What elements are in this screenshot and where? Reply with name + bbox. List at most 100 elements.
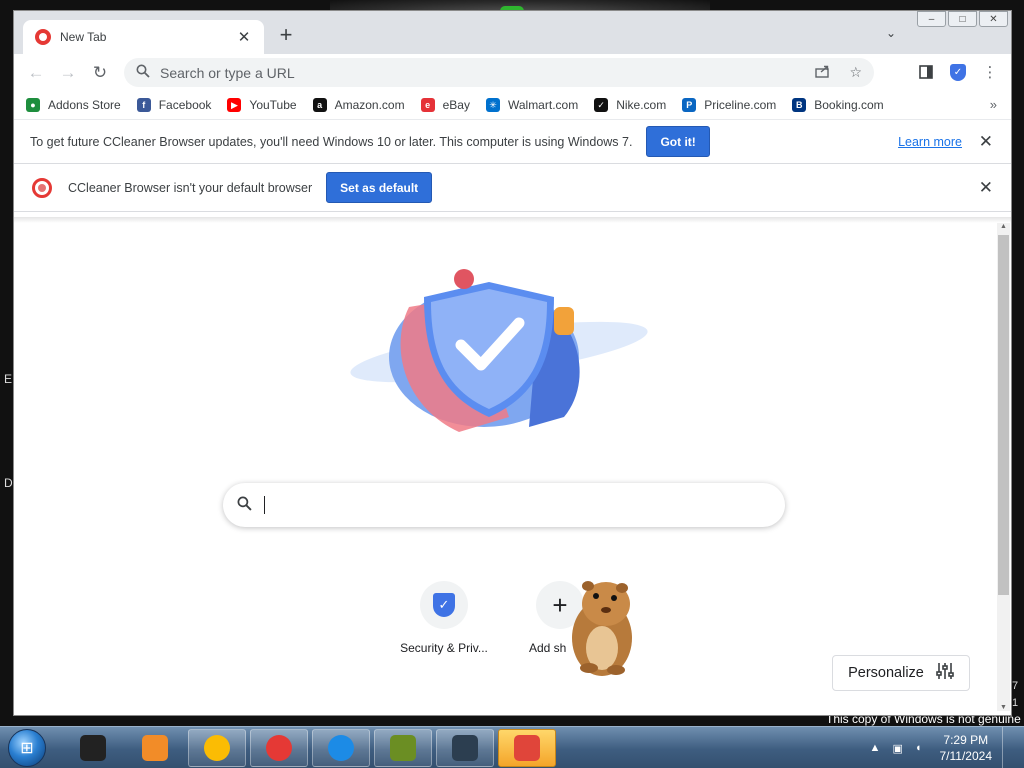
- shortcut-security-privacy[interactable]: ✓ Security & Priv...: [388, 581, 500, 655]
- reload-button[interactable]: ↻: [86, 59, 114, 87]
- start-button[interactable]: ⊞: [8, 728, 46, 767]
- maximize-button[interactable]: □: [948, 11, 977, 27]
- forward-button[interactable]: →: [54, 59, 82, 87]
- close-default-infobar-icon[interactable]: ✕: [979, 178, 993, 198]
- browser-toolbar: ← → ↻ ☆ ✓ ⋮: [14, 54, 1011, 91]
- media-player-icon: [142, 734, 168, 761]
- desktop-text-fragment: 1: [1012, 697, 1019, 709]
- hamster-desktop-pet[interactable]: [554, 570, 644, 680]
- network-icon[interactable]: ▣: [892, 742, 902, 755]
- bookmark-facebook[interactable]: f Facebook: [136, 98, 211, 112]
- bookmark-label: Addons Store: [48, 98, 121, 112]
- close-window-button[interactable]: ✕: [979, 11, 1008, 27]
- taskbar-app-box-game[interactable]: [374, 728, 432, 767]
- taskbar-apps: [60, 728, 556, 767]
- set-as-default-button[interactable]: Set as default: [326, 172, 433, 203]
- ebay-icon: e: [420, 98, 435, 112]
- desktop-text-fragment: 7: [1012, 680, 1019, 692]
- nike-icon: ✓: [594, 98, 609, 112]
- bookmark-label: eBay: [442, 98, 470, 112]
- personalize-button[interactable]: Personalize: [832, 655, 970, 691]
- bookmark-label: Walmart.com: [507, 98, 579, 112]
- bookmarks-bar: ● Addons Store f Facebook ▶ YouTube a Amazon.co…: [14, 91, 1011, 120]
- scrollbar-thumb[interactable]: [998, 235, 1009, 595]
- back-button[interactable]: ←: [22, 59, 50, 87]
- ccleaner-logo-icon: [32, 177, 52, 198]
- desktop-icon-label-fragment[interactable]: D: [4, 476, 13, 490]
- menu-icon[interactable]: ⋮: [976, 58, 1004, 86]
- tab-strip: New Tab ✕ + ⌄ – □ ✕: [14, 11, 1011, 54]
- tab-close-icon[interactable]: ✕: [236, 28, 252, 46]
- bookmarks-overflow-icon[interactable]: »: [990, 97, 997, 112]
- bookmark-label: YouTube: [249, 98, 297, 112]
- bookmark-label: Priceline.com: [704, 98, 777, 112]
- youtube-icon: ▶: [227, 98, 242, 112]
- black-box-icon: [80, 734, 106, 761]
- address-bar[interactable]: ☆: [124, 58, 874, 87]
- window-controls: – □ ✕: [917, 11, 1010, 27]
- bookmark-ebay[interactable]: e eBay: [420, 98, 470, 112]
- got-it-button[interactable]: Got it!: [646, 126, 710, 157]
- clock-date: 7/11/2024: [939, 749, 993, 763]
- booking-icon: B: [792, 98, 807, 112]
- close-update-infobar-icon[interactable]: ✕: [979, 132, 993, 152]
- search-icon: [136, 64, 150, 81]
- bookmark-booking-com[interactable]: B Booking.com: [792, 98, 884, 112]
- address-input[interactable]: [160, 64, 798, 81]
- browser-window: New Tab ✕ + ⌄ – □ ✕ ← → ↻ ☆ ✓: [13, 10, 1012, 716]
- ccleaner-favicon-icon: [35, 29, 51, 45]
- security-shield-icon[interactable]: ✓: [944, 58, 972, 86]
- share-icon[interactable]: [815, 64, 831, 81]
- bookmark-walmart-com[interactable]: ✳ Walmart.com: [485, 98, 579, 112]
- scroll-up-arrow-icon[interactable]: ▲: [997, 223, 1010, 230]
- bookmark-amazon-com[interactable]: a Amazon.com: [312, 98, 405, 112]
- tab-new-tab[interactable]: New Tab ✕: [23, 20, 264, 54]
- show-hidden-icons-icon[interactable]: ▲: [870, 742, 881, 754]
- amazon-icon: a: [312, 98, 327, 112]
- shortcut-label: Security & Priv...: [400, 641, 488, 655]
- priceline-icon: P: [682, 98, 697, 112]
- taskbar-app-black-box[interactable]: [64, 729, 122, 767]
- new-tab-button[interactable]: +: [276, 24, 296, 46]
- bookmark-addons-store[interactable]: ● Addons Store: [26, 98, 121, 112]
- taskbar-app-monitor[interactable]: [436, 728, 494, 767]
- tab-search-chevron-icon[interactable]: ⌄: [886, 26, 896, 40]
- windows-taskbar: ⊞ ▲ ▣ ◖ 7:29 PM 7/11/2024: [0, 726, 1024, 768]
- page-scrollbar[interactable]: ▲ ▼: [997, 223, 1010, 711]
- chrome-icon: [204, 734, 230, 761]
- taskbar-app-media-player[interactable]: [126, 729, 184, 767]
- scroll-down-arrow-icon[interactable]: ▼: [997, 704, 1010, 711]
- monitor-icon: [452, 734, 478, 761]
- facebook-icon: f: [136, 98, 151, 112]
- personalize-label: Personalize: [848, 665, 924, 681]
- learn-more-link[interactable]: Learn more: [898, 135, 962, 149]
- taskbar-app-edge[interactable]: [312, 728, 370, 767]
- minimize-button[interactable]: –: [917, 11, 946, 27]
- taskbar-clock[interactable]: 7:29 PM 7/11/2024: [940, 732, 993, 764]
- sliders-icon: [936, 662, 954, 684]
- bookmark-nike-com[interactable]: ✓ Nike.com: [594, 98, 666, 112]
- bookmark-label: Amazon.com: [334, 98, 405, 112]
- tab-title: New Tab: [60, 30, 107, 44]
- bookmark-label: Nike.com: [616, 98, 667, 112]
- users-icon: [514, 734, 540, 761]
- bookmark-youtube[interactable]: ▶ YouTube: [227, 98, 297, 112]
- volume-icon[interactable]: ◖: [915, 742, 922, 754]
- edge-icon: [328, 734, 354, 761]
- toolbar-actions: ✓ ⋮: [912, 58, 1008, 86]
- system-tray: ▲ ▣ ◖ 7:29 PM 7/11/2024: [870, 727, 1014, 768]
- security-shield-icon: ✓: [433, 593, 455, 617]
- box-game-icon: [390, 734, 416, 761]
- side-panel-icon[interactable]: [912, 58, 940, 86]
- star-icon[interactable]: ☆: [849, 64, 862, 81]
- ccleaner-browser-icon: [266, 734, 292, 761]
- security-shield-illustration: [350, 269, 648, 432]
- desktop-icon-label-fragment[interactable]: E: [4, 372, 12, 386]
- taskbar-app-users[interactable]: [498, 728, 556, 767]
- bookmark-label: Booking.com: [814, 98, 884, 112]
- new-tab-search-box[interactable]: [223, 483, 785, 527]
- bookmark-priceline-com[interactable]: P Priceline.com: [682, 98, 776, 112]
- taskbar-app-chrome[interactable]: [188, 728, 246, 767]
- show-desktop-button[interactable]: [1002, 727, 1014, 768]
- taskbar-app-ccleaner-browser[interactable]: [250, 728, 308, 767]
